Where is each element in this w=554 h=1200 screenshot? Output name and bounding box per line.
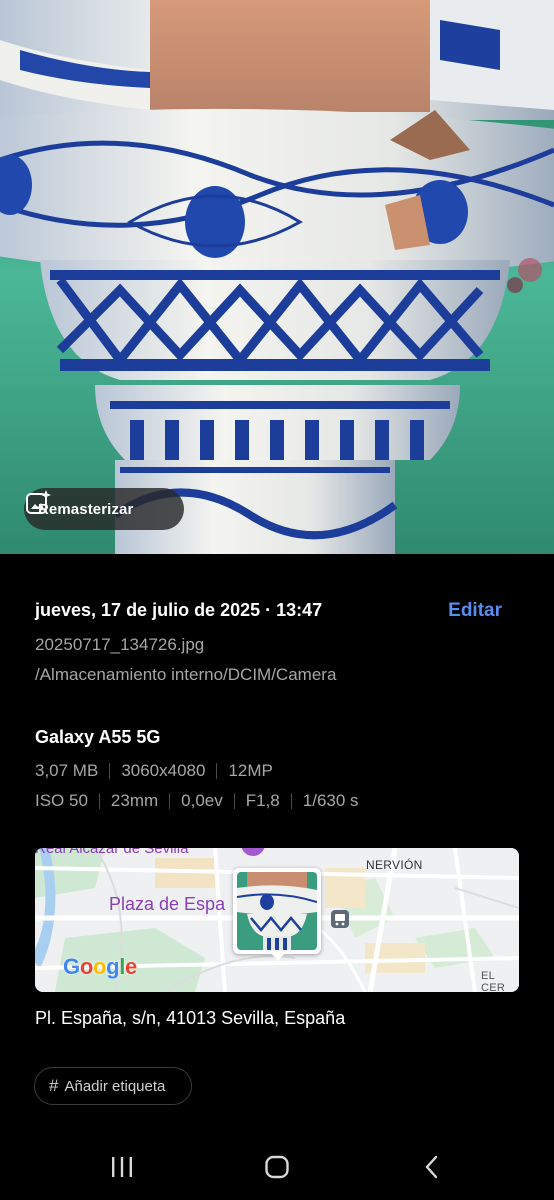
megapixels: 12MP xyxy=(228,761,273,780)
thumbnail-image xyxy=(237,872,317,950)
home-button[interactable] xyxy=(247,1140,307,1194)
date-row: jueves, 17 de julio de 2025 · 13:47 Edit… xyxy=(35,600,502,622)
recents-button[interactable] xyxy=(92,1140,152,1194)
spec-divider xyxy=(109,763,111,779)
back-icon xyxy=(425,1155,438,1179)
google-logo: Google xyxy=(63,954,137,979)
focal-length: 23mm xyxy=(110,791,159,810)
file-name: 20250717_134726.jpg xyxy=(35,635,205,654)
resolution: 3060x4080 xyxy=(121,761,206,780)
system-nav-bar xyxy=(0,1140,554,1194)
file-specs-row: 3,07 MB 3060x4080 12MP xyxy=(35,761,273,781)
spec-divider xyxy=(169,793,171,809)
shutter-speed: 1/630 s xyxy=(302,791,359,810)
map-place-label: Plaza de Espa xyxy=(109,894,226,914)
iso: ISO 50 xyxy=(35,791,88,810)
add-tag-button[interactable]: # Añadir etiqueta xyxy=(34,1067,192,1105)
spec-divider xyxy=(98,793,100,809)
file-size: 3,07 MB xyxy=(35,761,99,780)
edit-button[interactable]: Editar xyxy=(448,600,502,622)
spec-divider xyxy=(216,763,218,779)
home-icon xyxy=(265,1155,289,1179)
spec-divider xyxy=(290,793,292,809)
back-button[interactable] xyxy=(402,1140,462,1194)
add-tag-label: Añadir etiqueta xyxy=(64,1077,166,1095)
device-name: Galaxy A55 5G xyxy=(35,727,161,747)
thumbnail-pointer xyxy=(271,953,285,961)
camera-specs-row: ISO 50 23mm 0,0ev F1,8 1/630 s xyxy=(35,791,359,811)
spec-divider xyxy=(233,793,235,809)
sparkle-image-icon xyxy=(26,490,51,514)
map-district-label: NERVIÓN xyxy=(366,858,423,872)
location-address: Pl. España, s/n, 41013 Sevilla, España xyxy=(35,1008,346,1028)
hash-icon: # xyxy=(49,1076,59,1095)
photo-datetime: jueves, 17 de julio de 2025 · 13:47 xyxy=(35,600,323,620)
remaster-label: Remasterizar xyxy=(38,500,134,518)
map-corner-label: EL CER xyxy=(481,970,506,992)
photo-image xyxy=(0,0,554,554)
photo-preview[interactable]: Remasterizar xyxy=(0,0,554,554)
map-poi-label: Real Alcázar de Sevilla xyxy=(35,848,189,857)
map-photo-thumbnail[interactable] xyxy=(233,868,321,961)
location-map[interactable]: Real Alcázar de Sevilla NERVIÓN Plaza de… xyxy=(35,848,519,992)
recents-icon xyxy=(112,1157,132,1177)
aperture: F1,8 xyxy=(245,791,280,810)
file-path: /Almacenamiento interno/DCIM/Camera xyxy=(35,665,337,684)
remaster-button[interactable]: Remasterizar xyxy=(24,488,184,530)
exposure-value: 0,0ev xyxy=(181,791,223,810)
